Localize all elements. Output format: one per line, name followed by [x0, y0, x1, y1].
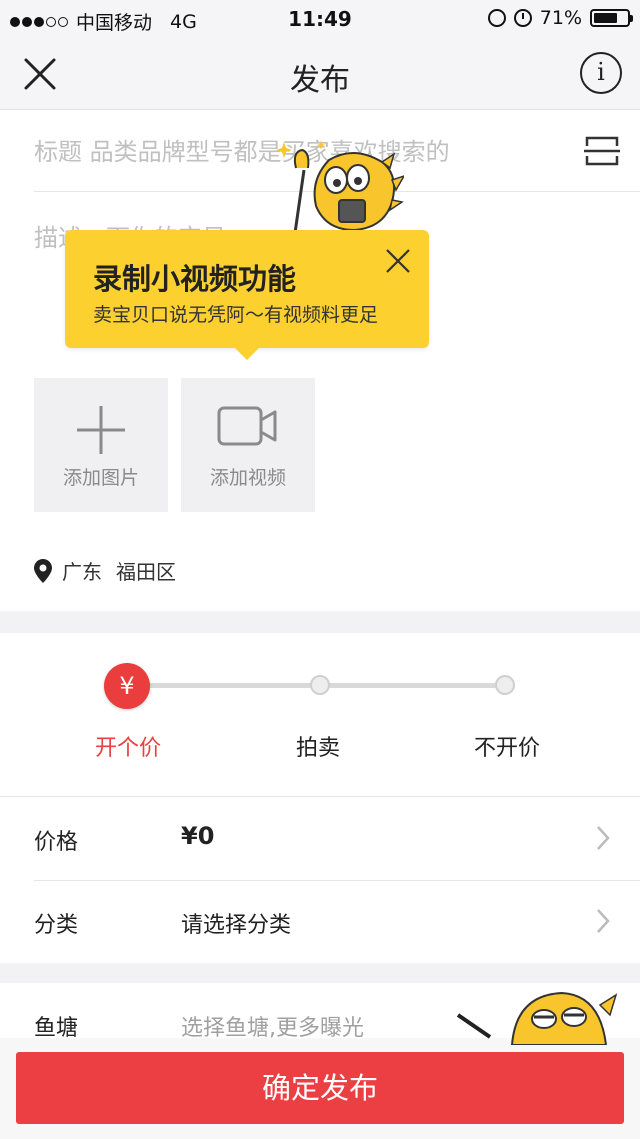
price-row[interactable]: 价格 ¥0 [34, 797, 640, 880]
location-district: 福田区 [116, 560, 176, 584]
info-icon: i [597, 58, 605, 86]
mascot-illustration [276, 140, 404, 240]
section-divider [0, 611, 640, 633]
nav-bar: 发布 i [0, 38, 640, 110]
slider-stop-no-price[interactable] [495, 675, 515, 695]
video-feature-tooltip: 录制小视频功能 卖宝贝口说无凭阿～有视频料更足 [65, 230, 429, 360]
status-bar: 中国移动 4G 11:49 71% [0, 0, 640, 38]
price-value: ¥0 [181, 822, 215, 850]
submit-button[interactable]: 确定发布 [16, 1052, 624, 1124]
price-label: 价格 [34, 830, 79, 855]
page-title: 发布 [290, 63, 350, 98]
price-mode-option-no-price[interactable]: 不开价 [474, 730, 540, 762]
add-video-button[interactable]: 添加视频 [181, 378, 315, 512]
add-video-label: 添加视频 [209, 467, 286, 489]
plus-icon [34, 404, 168, 460]
alarm-icon [513, 9, 532, 27]
category-value: 请选择分类 [181, 913, 292, 938]
section-divider [0, 963, 640, 983]
rotation-lock-icon [487, 9, 506, 27]
price-mode-option-fixed[interactable]: 开个价 [95, 730, 161, 762]
location-selector[interactable]: 广东 福田区 [34, 556, 176, 585]
add-image-button[interactable]: 添加图片 [34, 378, 168, 512]
chevron-right-icon [597, 909, 610, 933]
category-row[interactable]: 分类 请选择分类 [34, 880, 640, 963]
tooltip-subtitle: 卖宝贝口说无凭阿～有视频料更足 [93, 304, 379, 326]
mascot-peek-illustration [456, 991, 618, 1045]
price-mode-handle[interactable]: ¥ [104, 663, 150, 709]
scan-icon[interactable] [584, 134, 620, 168]
video-camera-icon [181, 404, 315, 452]
location-pin-icon [34, 558, 52, 583]
add-image-label: 添加图片 [62, 467, 139, 489]
battery-percent: 71% [539, 7, 582, 29]
price-mode-option-auction[interactable]: 拍卖 [296, 730, 340, 762]
status-right: 71% [487, 7, 633, 29]
chevron-right-icon [597, 826, 610, 850]
battery-icon [590, 9, 633, 27]
slider-stop-auction[interactable] [310, 675, 330, 695]
category-label: 分类 [34, 913, 79, 938]
tooltip-close-icon[interactable] [385, 248, 411, 274]
location-province: 广东 [62, 560, 102, 584]
info-button[interactable]: i [580, 52, 622, 94]
tooltip-title: 录制小视频功能 [93, 262, 297, 296]
